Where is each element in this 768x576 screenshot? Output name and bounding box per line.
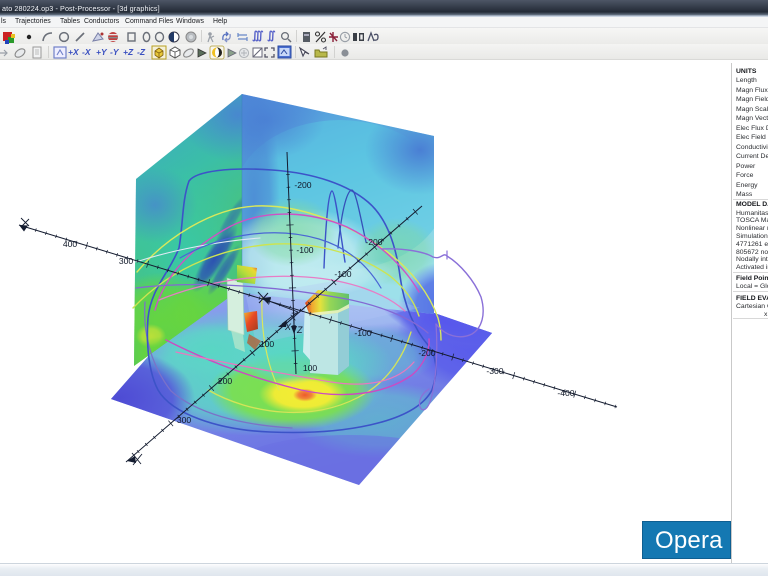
svg-text:-200: -200 [418,348,435,358]
svg-text:100: 100 [303,363,318,373]
svg-text:-300: -300 [486,366,503,376]
svg-text:-200: -200 [365,237,382,247]
svg-text:200: 200 [218,376,233,386]
svg-text:300: 300 [177,415,192,425]
svg-text:100: 100 [260,339,275,349]
svg-text:-200: -200 [294,180,311,190]
svg-text:300: 300 [119,256,134,266]
svg-text:-100: -100 [334,269,351,279]
svg-text:X: X [284,322,292,332]
svg-text:-100: -100 [296,245,313,255]
svg-text:Z: Z [296,325,303,335]
svg-text:-100: -100 [354,328,371,338]
svg-text:-400: -400 [557,388,574,398]
svg-text:400: 400 [63,239,78,249]
